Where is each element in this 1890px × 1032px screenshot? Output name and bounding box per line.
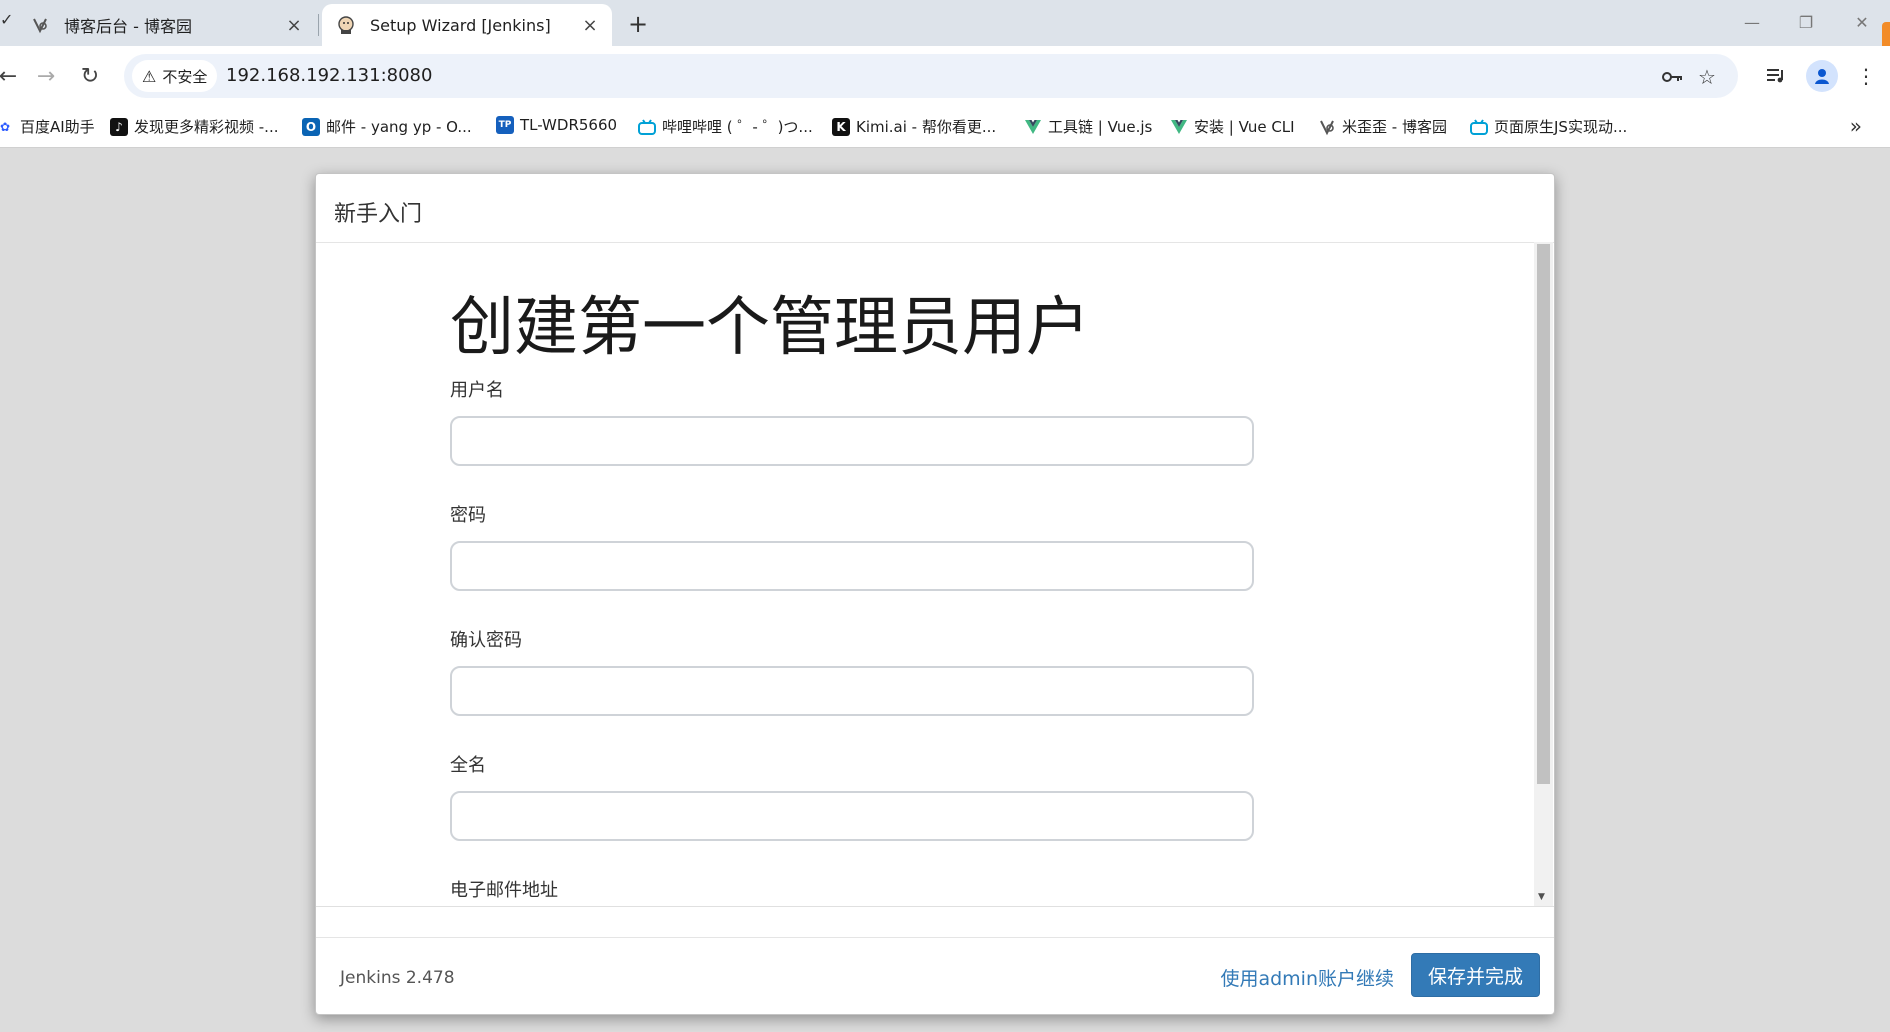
password-field[interactable] — [450, 541, 1254, 591]
cnblogs-icon — [30, 15, 50, 35]
vue-icon — [1024, 118, 1042, 136]
kimi-icon: K — [832, 117, 850, 136]
bookmark-item[interactable]: K Kimi.ai - 帮你看更... — [832, 116, 996, 137]
bookmark-label: 页面原生JS实现动... — [1494, 118, 1628, 136]
password-label: 密码 — [450, 505, 486, 526]
bookmark-item[interactable]: 安装 | Vue CLI — [1170, 116, 1295, 137]
tab-jenkins[interactable]: Setup Wizard [Jenkins] × — [322, 4, 612, 46]
close-icon[interactable]: × — [282, 13, 306, 37]
dialog-footer: Jenkins 2.478 使用admin账户继续 保存并完成 — [316, 937, 1554, 1014]
outlook-icon: O — [302, 117, 320, 136]
profile-avatar[interactable] — [1806, 60, 1838, 92]
restore-icon[interactable]: ❐ — [1786, 8, 1826, 36]
tiktok-icon: ♪ — [110, 117, 128, 136]
tab-strip: ✓ 博客后台 - 博客园 × Setup Wizard [Jenkins] × … — [0, 0, 1890, 70]
tplink-icon: TP — [496, 116, 514, 134]
reload-icon[interactable]: ↻ — [74, 60, 106, 92]
dialog-body: 创建第一个管理员用户 用户名 密码 确认密码 全名 电子邮件地址 — [316, 242, 1534, 906]
browser-toolbar: ← → ↻ ⚠ 不安全 192.168.192.131:8080 ☆ ⋮ — [0, 46, 1890, 106]
bookmark-item[interactable]: ♪ 发现更多精彩视频 -... — [110, 116, 279, 137]
baidu-icon: ✿ — [0, 119, 11, 134]
bookmark-label: 百度AI助手 — [20, 118, 95, 136]
page-background: 新手入门 创建第一个管理员用户 用户名 密码 确认密码 全名 电子邮件地址 ▼ … — [0, 148, 1890, 1032]
save-and-finish-button[interactable]: 保存并完成 — [1410, 953, 1540, 997]
page-title: 创建第一个管理员用户 — [450, 291, 1090, 365]
cnblogs-icon — [1318, 118, 1336, 136]
bookmark-label: Kimi.ai - 帮你看更... — [856, 118, 997, 136]
fullname-field[interactable] — [450, 791, 1254, 841]
bilibili-icon — [1470, 118, 1488, 136]
url-text[interactable]: 192.168.192.131:8080 — [226, 65, 432, 86]
security-chip[interactable]: ⚠ 不安全 — [132, 60, 218, 92]
scrollbar-thumb[interactable] — [1537, 244, 1550, 784]
dialog-scrollbar[interactable]: ▼ — [1534, 242, 1553, 906]
fullname-label: 全名 — [450, 755, 486, 776]
username-label: 用户名 — [450, 380, 504, 401]
bookmarks-overflow-icon[interactable]: » — [1850, 114, 1862, 138]
key-icon[interactable] — [1660, 64, 1686, 90]
bookmark-item[interactable]: O 邮件 - yang yp - O... — [302, 116, 472, 137]
window-close-icon[interactable]: ✕ — [1842, 8, 1882, 36]
continue-as-admin-button[interactable]: 使用admin账户继续 — [1220, 964, 1394, 991]
back-icon[interactable]: ← — [0, 60, 24, 92]
bilibili-icon — [638, 118, 656, 136]
bookmark-label: 邮件 - yang yp - O... — [326, 118, 472, 136]
tab-title: 博客后台 - 博客园 — [64, 17, 192, 36]
version-label: Jenkins 2.478 — [340, 968, 455, 988]
bookmark-item[interactable]: 工具链 | Vue.js — [1024, 116, 1152, 137]
username-field[interactable] — [450, 416, 1254, 466]
bookmark-star-icon[interactable]: ☆ — [1694, 64, 1720, 90]
vue-icon — [1170, 118, 1188, 136]
email-label: 电子邮件地址 — [450, 880, 558, 901]
bookmark-label: TL-WDR5660 — [520, 116, 618, 134]
bookmark-item[interactable]: TP TL-WDR5660 — [496, 116, 617, 134]
bookmark-item[interactable]: 哔哩哔哩 ( ゜- ゜)つ... — [638, 116, 813, 137]
bookmark-item[interactable]: ✿ 百度AI助手 — [0, 116, 95, 137]
bookmark-label: 发现更多精彩视频 -... — [134, 118, 279, 136]
confirm-password-field[interactable] — [450, 666, 1254, 716]
bookmark-label: 工具链 | Vue.js — [1048, 118, 1153, 136]
divider — [316, 906, 1554, 907]
tab-search-icon[interactable]: ✓ — [0, 10, 13, 29]
forward-icon[interactable]: → — [30, 60, 62, 92]
minimize-icon[interactable]: — — [1732, 8, 1772, 36]
warning-icon: ⚠ — [142, 66, 157, 86]
bookmark-item[interactable]: 页面原生JS实现动... — [1470, 116, 1627, 137]
security-label: 不安全 — [162, 67, 208, 86]
bookmarks-bar: ✿ 百度AI助手 ♪ 发现更多精彩视频 -... O 邮件 - yang yp … — [0, 106, 1890, 148]
setup-wizard-dialog: 新手入门 创建第一个管理员用户 用户名 密码 确认密码 全名 电子邮件地址 ▼ … — [315, 173, 1555, 1015]
bookmark-label: 安装 | Vue CLI — [1194, 118, 1295, 136]
bookmark-label: 哔哩哔哩 ( ゜- ゜)つ... — [662, 118, 813, 136]
confirm-password-label: 确认密码 — [450, 630, 522, 651]
tab-cnblogs[interactable]: 博客后台 - 博客园 × — [16, 4, 316, 46]
new-tab-button[interactable]: + — [622, 8, 654, 40]
bookmark-item[interactable]: 米歪歪 - 博客园 — [1318, 116, 1447, 137]
media-control-icon[interactable] — [1760, 60, 1792, 92]
tab-title: Setup Wizard [Jenkins] — [370, 15, 551, 35]
close-icon[interactable]: × — [578, 13, 602, 37]
menu-kebab-icon[interactable]: ⋮ — [1850, 60, 1882, 92]
address-bar[interactable]: ⚠ 不安全 192.168.192.131:8080 ☆ — [124, 54, 1738, 98]
dialog-title: 新手入门 — [334, 202, 423, 227]
jenkins-icon — [336, 15, 356, 35]
scroll-down-arrow-icon[interactable]: ▼ — [1538, 892, 1545, 902]
tab-divider — [318, 14, 319, 36]
bookmark-label: 米歪歪 - 博客园 — [1342, 118, 1447, 136]
dialog-header: 新手入门 — [316, 174, 1554, 243]
